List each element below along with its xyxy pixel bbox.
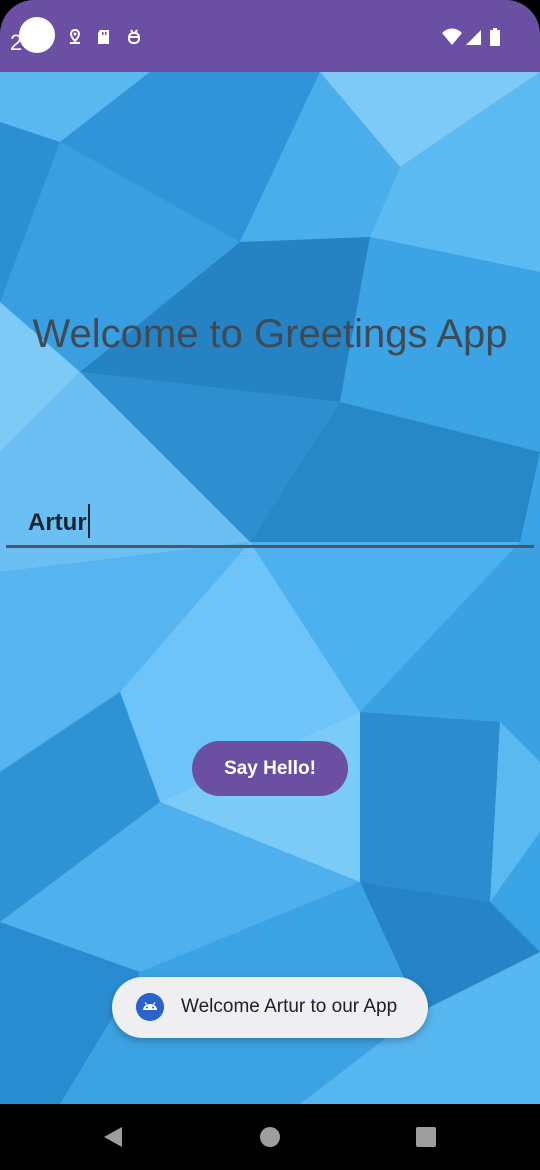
polygon-background <box>0 72 540 1104</box>
sd-card-icon <box>98 30 109 44</box>
toast-text: Welcome Artur to our App <box>181 996 398 1017</box>
name-input-text: Artur <box>28 509 87 536</box>
recents-icon[interactable] <box>413 1124 439 1150</box>
text-caret <box>87 503 90 538</box>
name-input[interactable]: Artur <box>6 497 534 548</box>
name-input-value[interactable]: Artur <box>28 503 90 538</box>
page-title: Welcome to Greetings App <box>32 312 508 356</box>
camera-cutout <box>19 17 55 53</box>
phone-screen: 2 Welcome to Greetings App Artur Say Hel… <box>0 0 540 1170</box>
app-content: Welcome to Greetings App Artur Say Hello… <box>0 72 540 1104</box>
toast-message: Welcome Artur to our App <box>112 977 428 1038</box>
back-icon[interactable] <box>100 1124 126 1150</box>
location-icon <box>69 28 81 44</box>
signal-icon <box>466 30 481 45</box>
battery-icon <box>490 28 500 46</box>
say-hello-button[interactable]: Say Hello! <box>192 741 348 796</box>
status-bar: 2 <box>0 0 540 72</box>
android-icon <box>136 993 164 1021</box>
debug-icon <box>128 29 140 44</box>
navigation-bar <box>0 1104 540 1170</box>
wifi-icon <box>442 28 462 45</box>
home-icon[interactable] <box>257 1124 283 1150</box>
